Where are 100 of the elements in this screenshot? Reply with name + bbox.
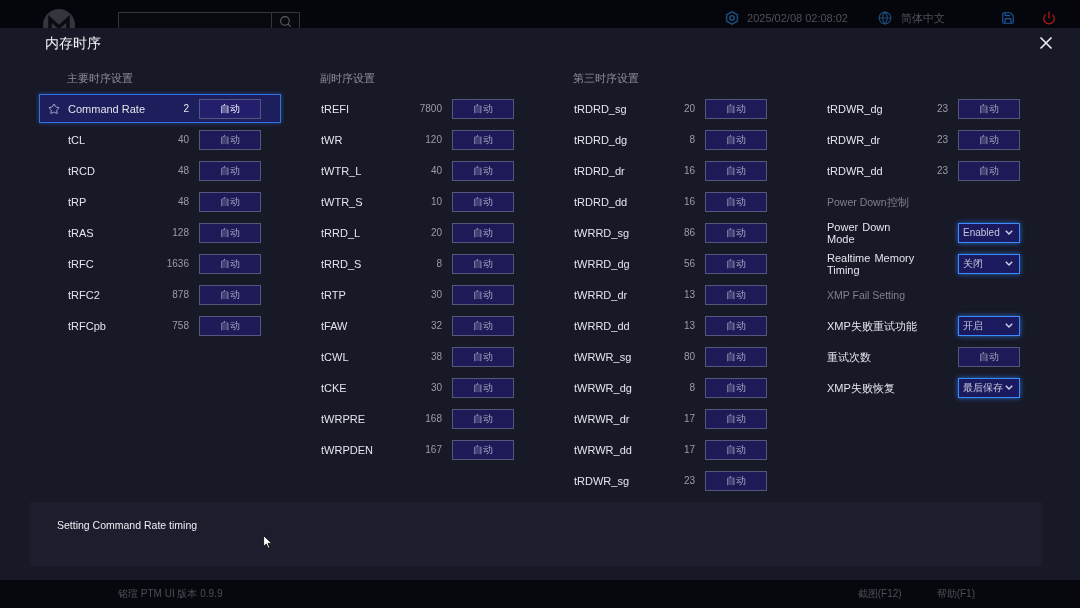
setting-row[interactable]: tFAW 32 自动 <box>292 311 534 340</box>
auto-button[interactable]: 自动 <box>958 346 1020 367</box>
search-field[interactable] <box>118 12 300 28</box>
auto-button[interactable]: 自动 <box>199 98 261 119</box>
auto-button[interactable]: 自动 <box>452 315 514 336</box>
auto-button[interactable]: 自动 <box>705 315 767 336</box>
auto-button[interactable]: 自动 <box>705 439 767 460</box>
auto-button[interactable]: 自动 <box>452 98 514 119</box>
auto-button[interactable]: 自动 <box>705 408 767 429</box>
setting-row[interactable]: Command Rate 2 自动 <box>39 94 281 123</box>
option-dropdown[interactable]: 最后保存 <box>958 377 1020 398</box>
auto-button[interactable]: 自动 <box>705 222 767 243</box>
auto-button[interactable]: 自动 <box>705 470 767 491</box>
setting-label: tRDRD_dr <box>574 164 625 177</box>
setting-row[interactable]: tRDWR_sg 23 自动 <box>545 466 787 495</box>
setting-row[interactable]: tCWL 38 自动 <box>292 342 534 371</box>
setting-row[interactable]: tRFC 1636 自动 <box>39 249 281 278</box>
auto-button[interactable]: 自动 <box>958 98 1020 119</box>
settings-icon[interactable] <box>725 11 740 25</box>
setting-row[interactable]: tRFC2 878 自动 <box>39 280 281 309</box>
setting-row[interactable]: Power Down Mode Enabled <box>798 218 1040 247</box>
globe-icon[interactable] <box>878 11 892 25</box>
auto-button[interactable]: 自动 <box>705 129 767 150</box>
auto-button[interactable]: 自动 <box>452 439 514 460</box>
option-dropdown[interactable]: Enabled <box>958 222 1020 243</box>
auto-button[interactable]: 自动 <box>452 160 514 181</box>
setting-row[interactable]: tCL 40 自动 <box>39 125 281 154</box>
setting-row[interactable]: tRTP 30 自动 <box>292 280 534 309</box>
setting-row[interactable]: tREFI 7800 自动 <box>292 94 534 123</box>
setting-row[interactable]: tRP 48 自动 <box>39 187 281 216</box>
setting-row[interactable]: tWRPDEN 167 自动 <box>292 435 534 464</box>
setting-row[interactable]: tWTR_L 40 自动 <box>292 156 534 185</box>
auto-button[interactable]: 自动 <box>452 191 514 212</box>
option-dropdown[interactable]: 关闭 <box>958 253 1020 274</box>
auto-button[interactable]: 自动 <box>199 191 261 212</box>
setting-label: tRDRD_dd <box>574 195 628 208</box>
option-dropdown[interactable]: 开启 <box>958 315 1020 336</box>
auto-button[interactable]: 自动 <box>199 315 261 336</box>
auto-button[interactable]: 自动 <box>199 160 261 181</box>
auto-button[interactable]: 自动 <box>958 129 1020 150</box>
close-button[interactable] <box>1039 36 1053 50</box>
setting-label: tWRRD_sg <box>574 226 629 239</box>
setting-row[interactable]: tRDRD_dr 16 自动 <box>545 156 787 185</box>
auto-button[interactable]: 自动 <box>958 160 1020 181</box>
auto-button[interactable]: 自动 <box>452 129 514 150</box>
setting-row[interactable]: Realtime Memory Timing 关闭 <box>798 249 1040 278</box>
setting-row[interactable]: 重试次数 自动 <box>798 342 1040 371</box>
auto-button[interactable]: 自动 <box>705 160 767 181</box>
setting-value: 80 <box>683 350 695 363</box>
auto-button[interactable]: 自动 <box>452 377 514 398</box>
setting-row[interactable]: tRAS 128 自动 <box>39 218 281 247</box>
datetime-text: 2025/02/08 02:08:02 <box>747 11 848 25</box>
setting-row[interactable]: tWRRD_dr 13 自动 <box>545 280 787 309</box>
auto-button[interactable]: 自动 <box>705 253 767 274</box>
setting-row[interactable]: tWRRD_dg 56 自动 <box>545 249 787 278</box>
auto-button[interactable]: 自动 <box>452 346 514 367</box>
setting-row[interactable]: tWRRD_sg 86 自动 <box>545 218 787 247</box>
setting-value: 38 <box>430 350 442 363</box>
setting-row[interactable]: tWTR_S 10 自动 <box>292 187 534 216</box>
auto-button[interactable]: 自动 <box>452 253 514 274</box>
setting-label: tWTR_S <box>321 195 363 208</box>
auto-button[interactable]: 自动 <box>705 346 767 367</box>
auto-button[interactable]: 自动 <box>705 377 767 398</box>
save-icon[interactable] <box>1001 11 1015 25</box>
setting-row[interactable]: tRDRD_dd 16 自动 <box>545 187 787 216</box>
auto-button[interactable]: 自动 <box>452 222 514 243</box>
setting-row[interactable]: tWRRD_dd 13 自动 <box>545 311 787 340</box>
setting-value: 32 <box>430 319 442 332</box>
setting-row[interactable]: tRDRD_dg 8 自动 <box>545 125 787 154</box>
auto-button[interactable]: 自动 <box>199 253 261 274</box>
setting-row[interactable]: tRRD_L 20 自动 <box>292 218 534 247</box>
setting-row[interactable]: tRDWR_dd 23 自动 <box>798 156 1040 185</box>
setting-row[interactable]: tRFCpb 758 自动 <box>39 311 281 340</box>
setting-label: tRCD <box>68 164 95 177</box>
auto-button[interactable]: 自动 <box>199 129 261 150</box>
setting-row[interactable]: tRCD 48 自动 <box>39 156 281 185</box>
auto-button[interactable]: 自动 <box>199 284 261 305</box>
setting-value: 23 <box>936 133 948 146</box>
setting-row[interactable]: tRDWR_dg 23 自动 <box>798 94 1040 123</box>
setting-row[interactable]: tWRPRE 168 自动 <box>292 404 534 433</box>
setting-row[interactable]: tWRWR_dr 17 自动 <box>545 404 787 433</box>
power-icon[interactable] <box>1042 11 1056 25</box>
auto-button[interactable]: 自动 <box>705 284 767 305</box>
setting-row[interactable]: tWRWR_dd 17 自动 <box>545 435 787 464</box>
setting-row[interactable]: tCKE 30 自动 <box>292 373 534 402</box>
setting-label: tRFCpb <box>68 319 106 332</box>
auto-button[interactable]: 自动 <box>705 191 767 212</box>
setting-row[interactable]: tRRD_S 8 自动 <box>292 249 534 278</box>
auto-button[interactable]: 自动 <box>452 284 514 305</box>
auto-button[interactable]: 自动 <box>452 408 514 429</box>
setting-row[interactable]: tRDWR_dr 23 自动 <box>798 125 1040 154</box>
auto-button[interactable]: 自动 <box>705 98 767 119</box>
setting-row[interactable]: XMP失败重试功能 开启 <box>798 311 1040 340</box>
setting-row[interactable]: tWRWR_sg 80 自动 <box>545 342 787 371</box>
setting-row[interactable]: tRDRD_sg 20 自动 <box>545 94 787 123</box>
setting-row[interactable]: XMP失败恢复 最后保存 <box>798 373 1040 402</box>
setting-row[interactable]: tWR 120 自动 <box>292 125 534 154</box>
auto-button[interactable]: 自动 <box>199 222 261 243</box>
setting-row[interactable]: tWRWR_dg 8 自动 <box>545 373 787 402</box>
setting-label: tRRD_S <box>321 257 362 270</box>
